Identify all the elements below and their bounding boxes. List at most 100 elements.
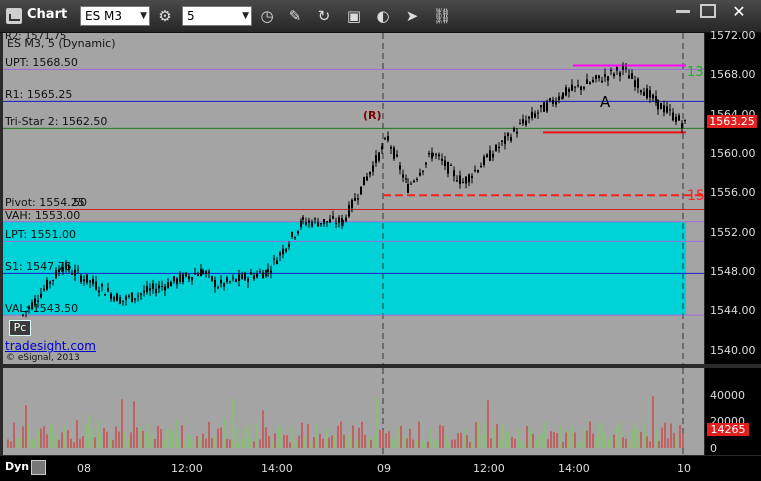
price-bar (335, 223, 337, 225)
time-axis[interactable]: Dyn 08 12:00 14:00 09 12:00 14:00 10 (0, 456, 761, 481)
price-bar (610, 69, 612, 71)
price-bar (137, 295, 139, 297)
level-label: UPT: 1568.50 (5, 56, 78, 70)
price-bar (119, 297, 121, 304)
volume-chart[interactable] (3, 368, 704, 455)
price-bar (146, 286, 148, 293)
price-bar (220, 279, 222, 284)
price-bar (462, 182, 464, 184)
price-bar (238, 274, 240, 281)
price-bar (317, 222, 319, 227)
price-chart[interactable]: UPT: 1568.50 R1: 1565.25 Tri-Star 2: 1562.… (3, 33, 704, 364)
close-icon[interactable]: ✕ (728, 3, 750, 21)
price-bar (465, 176, 467, 184)
pivot-suffix: 50 (73, 196, 87, 210)
pencil-icon[interactable]: ✎ (284, 5, 306, 27)
price-bar (74, 269, 76, 276)
price-bar (244, 273, 246, 280)
price-bar (241, 274, 243, 280)
price-bar (366, 176, 368, 181)
price-bar (302, 217, 304, 220)
link-icon[interactable]: ⛓ (431, 5, 453, 27)
price-bar (604, 73, 606, 77)
price-bar (684, 119, 686, 122)
price-bar (422, 170, 424, 172)
price-bar (634, 80, 636, 88)
price-bar (342, 220, 344, 224)
price-bar (152, 283, 154, 289)
price-bar (197, 273, 199, 277)
level-label: VAL: 1543.50 (5, 302, 79, 316)
price-bar (89, 280, 91, 283)
price-bar (468, 174, 470, 183)
price-bar (492, 153, 494, 158)
price-bar (580, 86, 582, 90)
annotation-r: (R) (363, 109, 382, 122)
price-bar (405, 178, 407, 180)
volume-tick: 40000 (710, 388, 745, 402)
price-bar (552, 99, 554, 104)
pc-badge[interactable]: Pc (9, 320, 31, 336)
level-label: Tri-Star 2: 1562.50 (5, 115, 108, 129)
level-label: R1: 1565.25 (5, 88, 73, 102)
minimize-icon[interactable] (676, 10, 690, 13)
chart-header: ES M3, 5 (Dynamic) (7, 37, 116, 50)
chevron-down-icon[interactable]: ▼ (140, 7, 147, 25)
watermark-link[interactable]: tradesight.com (5, 340, 96, 352)
price-bar (616, 67, 618, 71)
time-tick: 08 (77, 462, 91, 475)
clock-icon[interactable]: ◷ (256, 5, 278, 27)
price-bar (291, 231, 293, 237)
price-bar (235, 279, 237, 282)
price-bar (537, 112, 539, 114)
current-price-badge: 1563.25 (707, 115, 757, 128)
settings-icon[interactable]: ⚙ (154, 5, 176, 27)
price-bar (649, 90, 651, 98)
price-tick: 1552.00 (710, 225, 756, 239)
price-bar (205, 271, 207, 274)
cursor-icon[interactable]: ➤ (401, 5, 423, 27)
price-bar (294, 237, 296, 239)
price-bar (428, 153, 430, 155)
price-bar (568, 88, 570, 92)
price-bar (628, 75, 630, 79)
lock-icon[interactable] (31, 460, 46, 475)
maximize-icon[interactable] (700, 4, 716, 18)
interval-input[interactable]: 5 ▼ (182, 6, 252, 26)
price-bar (71, 273, 73, 275)
price-bar (601, 80, 603, 83)
price-bar (459, 175, 461, 184)
price-bar (681, 123, 683, 129)
time-tick: 09 (377, 462, 391, 475)
volume-axis[interactable]: 40000 20000 0 14265 (705, 368, 761, 455)
price-bar (375, 155, 377, 163)
price-bar (438, 154, 440, 157)
price-bar (229, 281, 231, 283)
palette-icon[interactable]: ◐ (372, 5, 394, 27)
time-tick: 12:00 (171, 462, 203, 475)
price-bar (155, 288, 157, 294)
price-bar (583, 87, 585, 89)
price-bar (101, 284, 103, 287)
interval-value: 5 (187, 9, 195, 23)
price-bar (311, 221, 313, 227)
price-bar (657, 99, 659, 110)
price-tick: 1556.00 (710, 186, 756, 200)
price-tick: 1568.00 (710, 68, 756, 82)
price-bar (571, 84, 573, 91)
price-bar (643, 91, 645, 96)
price-bar (167, 281, 169, 288)
price-bar (435, 154, 437, 156)
price-axis[interactable]: 1572.001568.001564.001560.001556.001552.… (705, 29, 761, 364)
price-bar (640, 90, 642, 93)
price-bar (354, 197, 356, 201)
chevron-down-icon[interactable]: ▼ (242, 7, 249, 25)
price-bar (188, 276, 190, 280)
price-bar (372, 165, 374, 172)
price-tick: 1548.00 (710, 264, 756, 278)
symbol-input[interactable]: ES M3 ▼ (80, 6, 150, 26)
price-bar (92, 278, 94, 284)
alert-icon[interactable]: ▣ (343, 5, 365, 27)
refresh-icon[interactable]: ↻ (313, 5, 335, 27)
price-bar (282, 248, 284, 255)
